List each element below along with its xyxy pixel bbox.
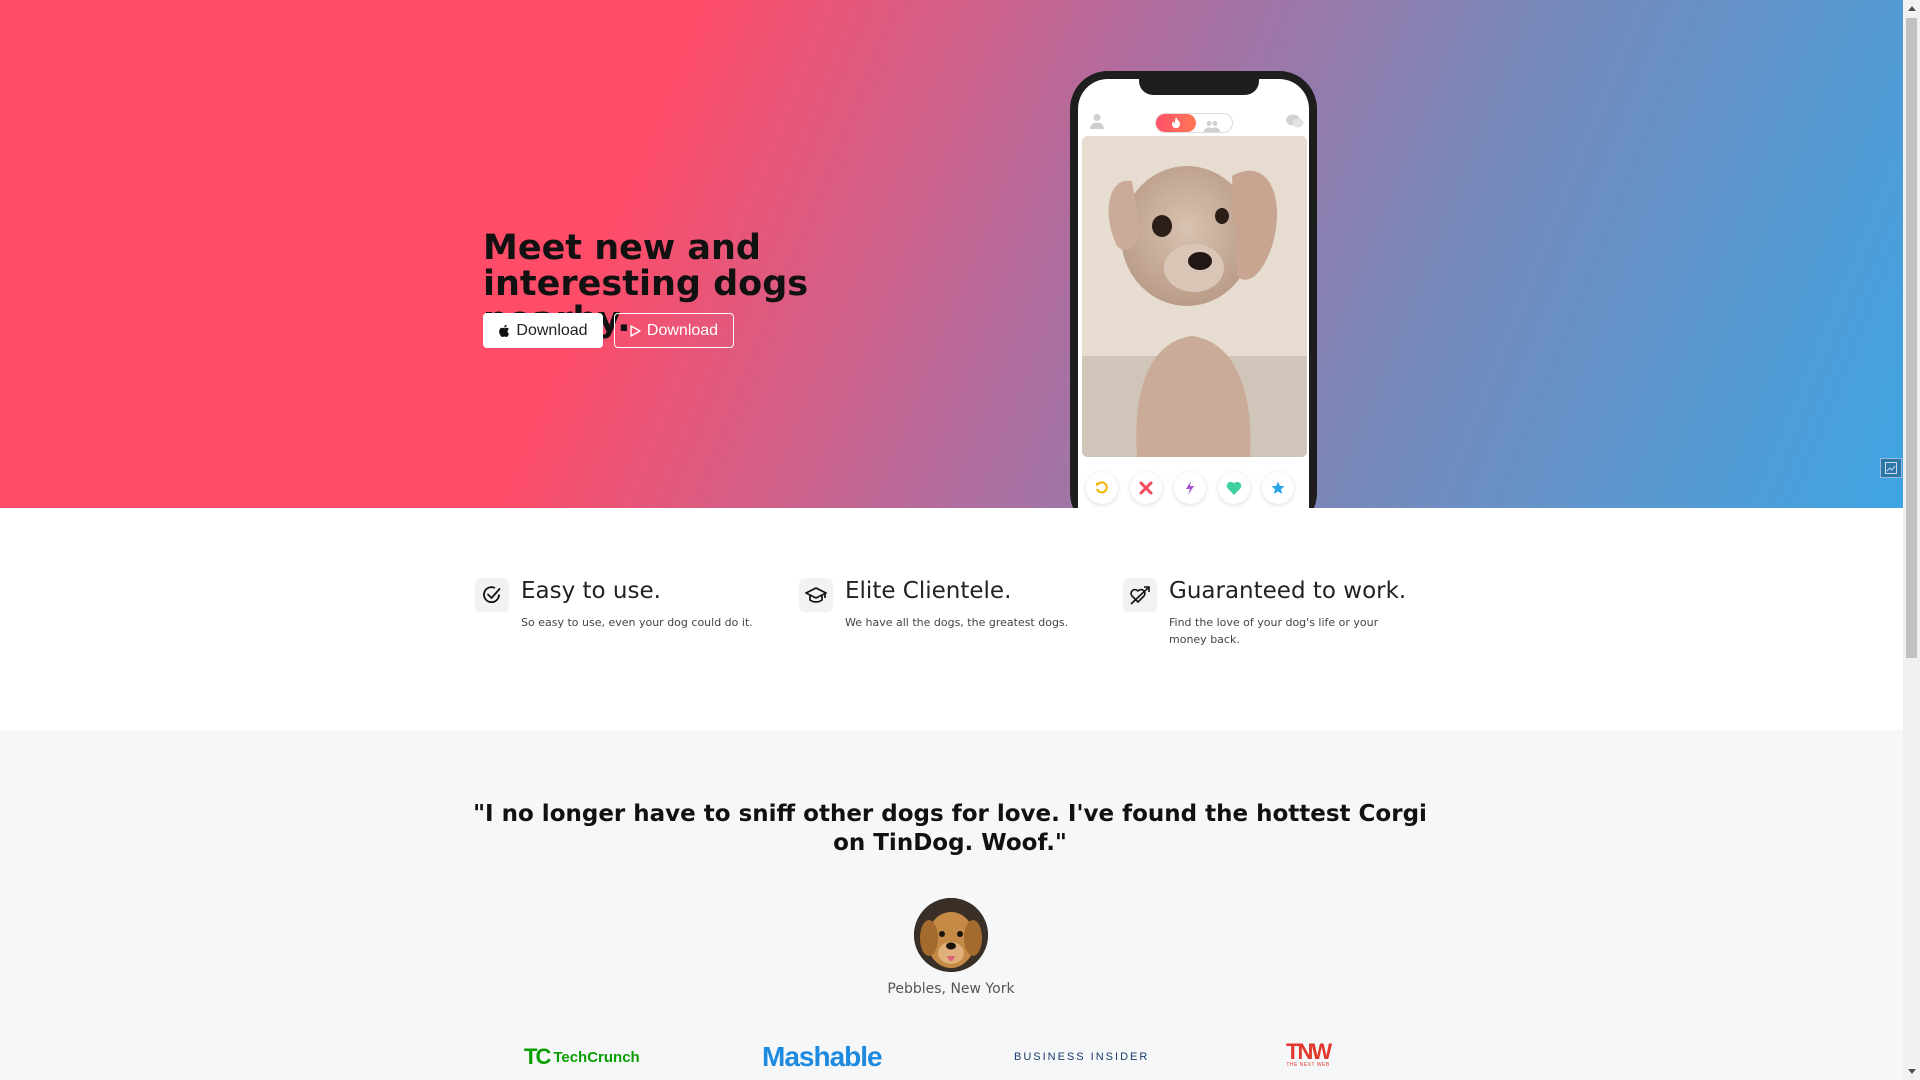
feature-title: Guaranteed to work. [1169,578,1407,604]
mashable-logo: Mashable [762,1041,883,1072]
chat-icon [1286,114,1304,133]
tnw-logo: TNW THE NEXT WEB [1286,1039,1332,1072]
phone-screen [1078,79,1309,508]
flame-icon [1156,114,1196,132]
techcrunch-name: TechCrunch [553,1048,640,1066]
group-icon [1204,117,1220,136]
download-play-label: Download [646,321,719,339]
heart-arrow-icon [1123,578,1157,612]
phone-mockup [1070,71,1317,508]
apple-icon [498,324,510,338]
feature-text: So easy to use, even your dog could do i… [521,616,753,629]
feature-title: Easy to use. [521,578,661,604]
nope-icon [1130,472,1162,504]
testimonial-author: Pebbles, New York [887,981,1015,997]
download-apple-button[interactable]: Download [483,313,603,348]
phone-action-bar [1078,472,1309,508]
vertical-scrollbar[interactable] [1903,0,1920,1080]
testimonial-quote: "I no longer have to sniff other dogs fo… [473,801,1427,856]
avatar [914,898,988,972]
tnw-mark: TNW [1286,1039,1332,1064]
feature-text: Find the love of your dog's life or your… [1169,616,1379,646]
superlike-icon [1262,472,1294,504]
scrollbar-thumb[interactable] [1906,18,1917,658]
broken-image-icon [1880,458,1902,478]
features-section: Easy to use. So easy to use, even your d… [0,508,1903,730]
like-icon [1218,472,1250,504]
techcrunch-mark: TC [524,1044,551,1069]
page: Meet new and interesting dogs nearby. Do… [0,0,1903,1080]
dog-profile-photo [1082,136,1307,457]
phone-mode-toggle [1155,113,1233,133]
profile-icon [1090,113,1104,133]
download-apple-label: Download [516,321,588,339]
techcrunch-logo: TC TechCrunch [524,1042,640,1072]
boost-icon [1174,472,1206,504]
feature-title: Elite Clientele. [845,578,1012,604]
business-insider-logo: BUSINESS INSIDER [1014,1051,1150,1063]
dog-avatar-image [914,898,988,972]
phone-notch [1139,79,1259,95]
scroll-down-arrow-icon[interactable] [1903,1063,1920,1080]
play-icon [630,324,641,337]
scroll-up-arrow-icon[interactable] [1903,0,1920,17]
graduation-cap-icon [799,578,833,612]
tnw-subtitle: THE NEXT WEB [1286,1062,1330,1068]
dog-photo-image [1082,136,1307,457]
feature-text: We have all the dogs, the greatest dogs. [845,616,1069,629]
check-circle-icon [475,578,509,612]
rewind-icon [1086,472,1118,504]
hero-section: Meet new and interesting dogs nearby. Do… [0,0,1903,508]
download-play-button[interactable]: Download [614,313,734,348]
testimonial-section: "I no longer have to sniff other dogs fo… [0,730,1903,1080]
